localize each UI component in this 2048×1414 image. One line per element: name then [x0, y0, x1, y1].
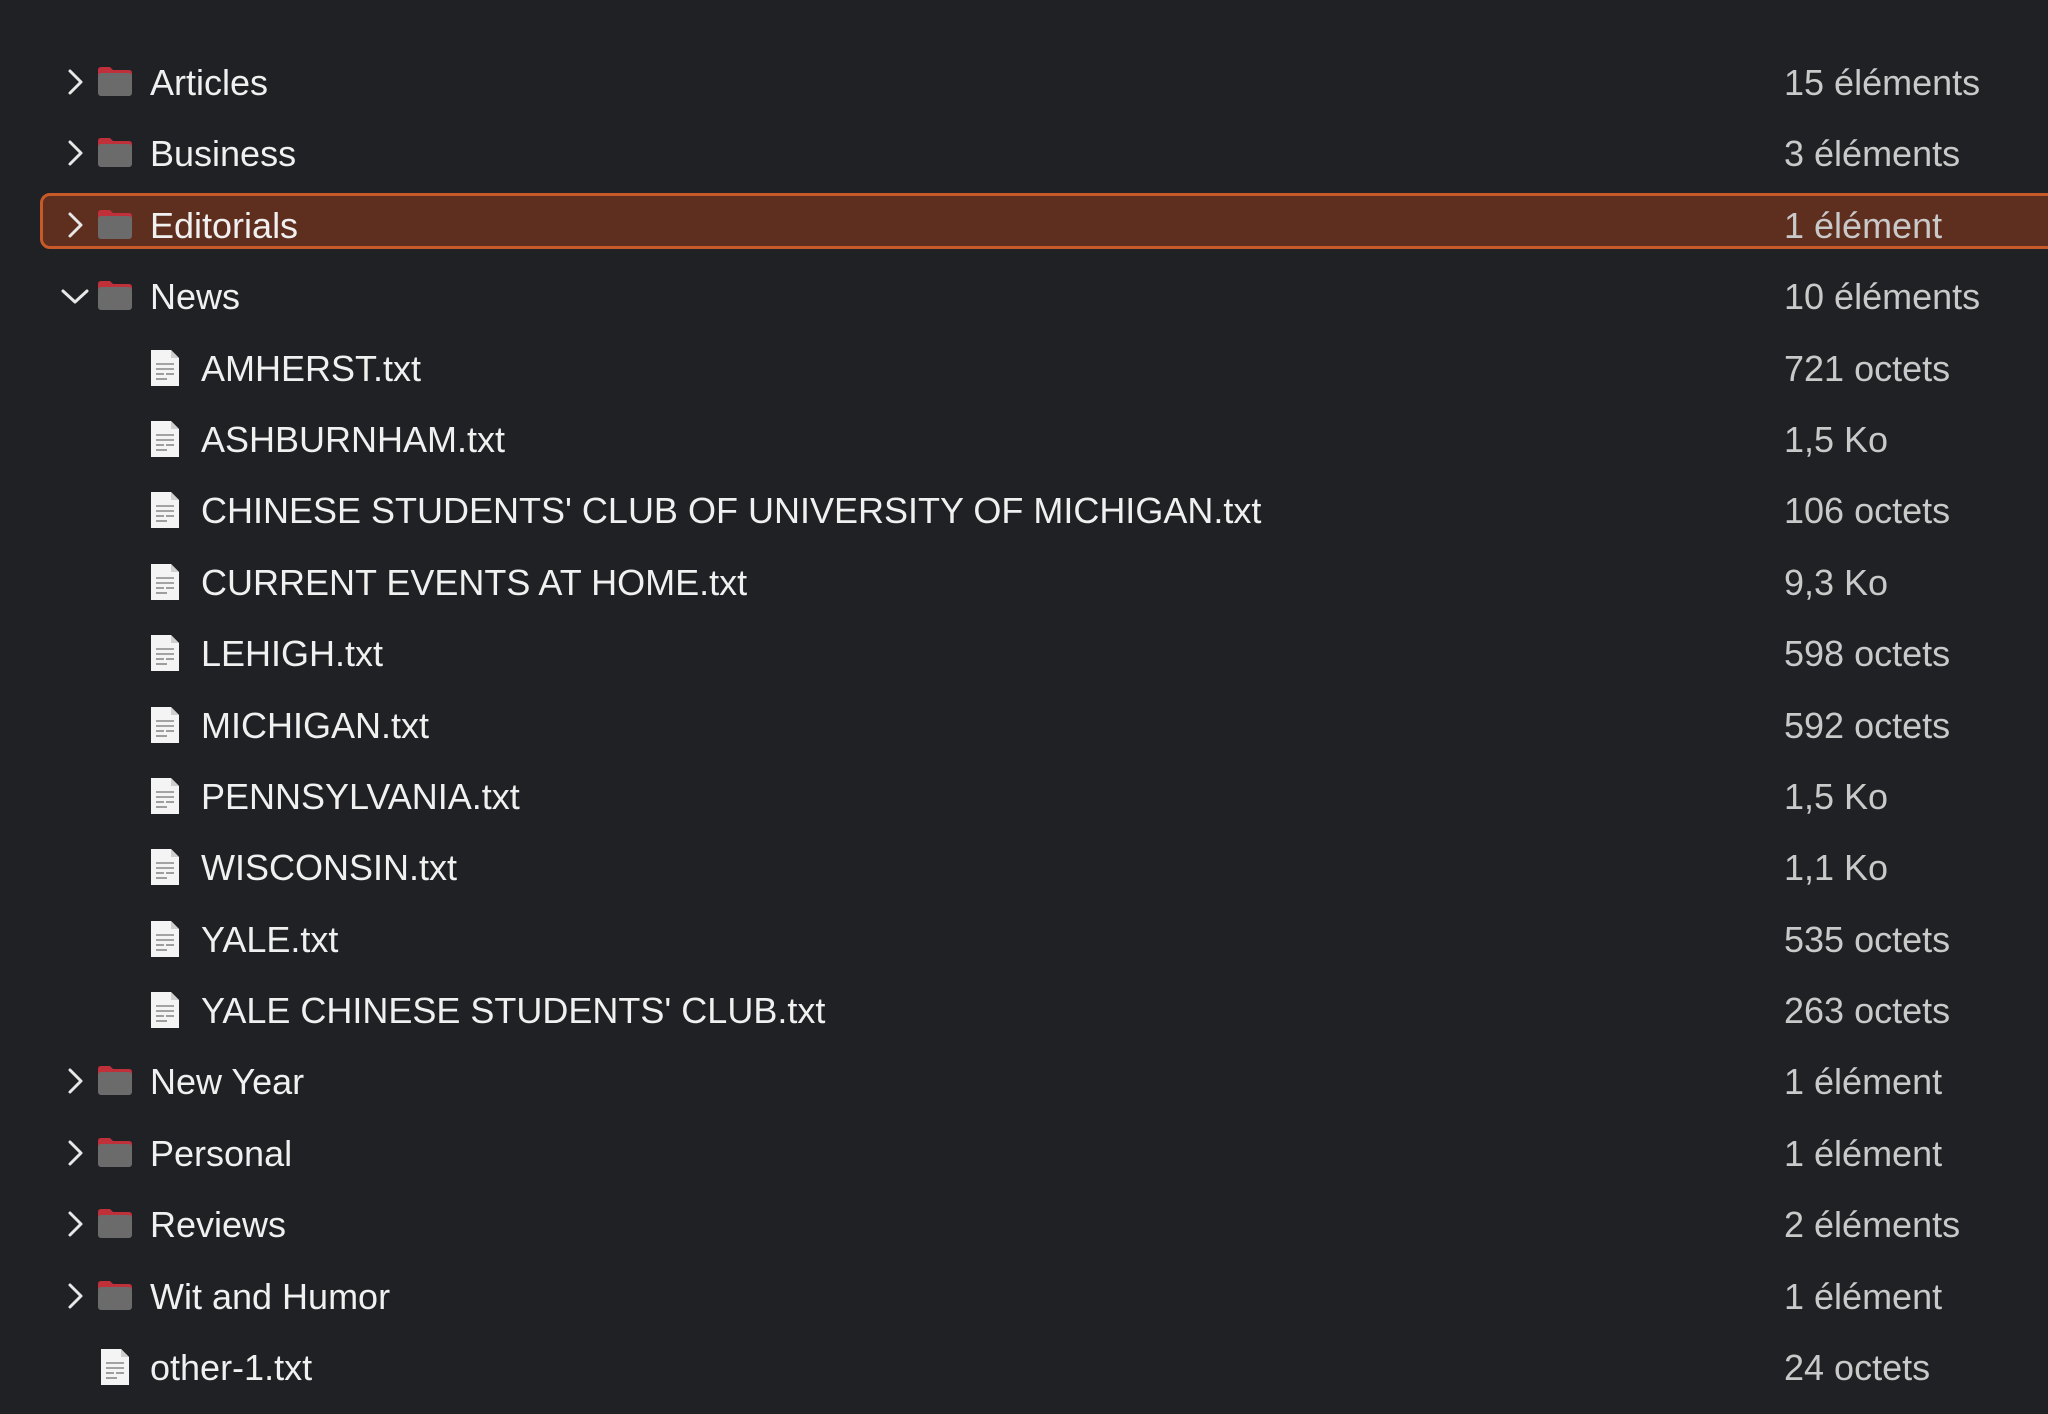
folder-name: Reviews	[150, 1204, 287, 1246]
folder-name: Wit and Humor	[150, 1275, 391, 1317]
file-size: 721 octets	[1784, 347, 1951, 389]
file-row[interactable]: YALE.txt 535 octets	[0, 904, 2048, 975]
chevron-right-icon[interactable]	[58, 1136, 92, 1170]
text-file-icon	[99, 1347, 131, 1387]
item-count: 3 éléments	[1784, 133, 1961, 175]
folder-icon	[96, 64, 134, 98]
chevron-right-icon[interactable]	[58, 136, 92, 170]
file-row[interactable]: WISCONSIN.txt 1,1 Ko	[0, 832, 2048, 903]
file-row[interactable]: other-1.txt 24 octets	[0, 1332, 2048, 1403]
text-file-icon	[149, 348, 181, 388]
file-row[interactable]: YALE CHINESE STUDENTS' CLUB.txt 263 octe…	[0, 975, 2048, 1046]
file-name: LEHIGH.txt	[201, 633, 384, 675]
file-size: 1,5 Ko	[1784, 418, 1889, 460]
folder-row-personal[interactable]: Personal 1 élément	[0, 1118, 2048, 1189]
item-count: 1 élément	[1784, 204, 1943, 246]
item-count: 1 élément	[1784, 1275, 1943, 1317]
file-row[interactable]: CHINESE STUDENTS' CLUB OF UNIVERSITY OF …	[0, 475, 2048, 546]
file-name: CHINESE STUDENTS' CLUB OF UNIVERSITY OF …	[201, 490, 1262, 532]
folder-icon	[96, 1135, 134, 1169]
file-size: 106 octets	[1784, 490, 1951, 532]
folder-icon	[96, 278, 134, 312]
folder-row-new-year[interactable]: New Year 1 élément	[0, 1046, 2048, 1117]
folder-name: New Year	[150, 1061, 305, 1103]
folder-name: Personal	[150, 1132, 293, 1174]
file-row[interactable]: AMHERST.txt 721 octets	[0, 333, 2048, 404]
chevron-right-icon[interactable]	[58, 1207, 92, 1241]
file-size: 592 octets	[1784, 704, 1951, 746]
item-count: 15 éléments	[1784, 62, 1981, 103]
chevron-right-icon[interactable]	[58, 208, 92, 242]
file-row[interactable]: CURRENT EVENTS AT HOME.txt 9,3 Ko	[0, 547, 2048, 618]
folder-icon	[96, 1206, 134, 1240]
chevron-right-icon[interactable]	[58, 1279, 92, 1313]
text-file-icon	[149, 633, 181, 673]
file-name: AMHERST.txt	[201, 347, 422, 389]
folder-name: Articles	[150, 62, 269, 103]
file-size: 598 octets	[1784, 633, 1951, 675]
file-row[interactable]: PENNSYLVANIA.txt 1,5 Ko	[0, 761, 2048, 832]
file-size: 535 octets	[1784, 918, 1951, 960]
item-count: 1 élément	[1784, 1061, 1943, 1103]
text-file-icon	[149, 490, 181, 530]
text-file-icon	[149, 919, 181, 959]
file-size: 1,5 Ko	[1784, 775, 1889, 817]
file-name: PENNSYLVANIA.txt	[201, 775, 520, 817]
folder-row-reviews[interactable]: Reviews 2 éléments	[0, 1189, 2048, 1260]
file-name: MICHIGAN.txt	[201, 704, 430, 746]
file-size: 9,3 Ko	[1784, 561, 1889, 603]
folder-row-wit-and-humor[interactable]: Wit and Humor 1 élément	[0, 1261, 2048, 1332]
chevron-down-icon[interactable]	[58, 279, 92, 313]
folder-row-business[interactable]: Business 3 éléments	[0, 118, 2048, 189]
folder-name: Business	[150, 133, 297, 175]
folder-row-articles[interactable]: Articles 15 éléments	[0, 47, 2048, 118]
file-name: other-1.txt	[150, 1347, 313, 1389]
chevron-right-icon[interactable]	[58, 65, 92, 99]
chevron-right-icon[interactable]	[58, 1064, 92, 1098]
file-size: 263 octets	[1784, 990, 1951, 1032]
file-row[interactable]: LEHIGH.txt 598 octets	[0, 618, 2048, 689]
file-name: CURRENT EVENTS AT HOME.txt	[201, 561, 748, 603]
file-name: YALE.txt	[201, 918, 339, 960]
text-file-icon	[149, 776, 181, 816]
folder-icon	[96, 207, 134, 241]
folder-name: Editorials	[150, 204, 299, 246]
text-file-icon	[149, 990, 181, 1030]
file-name: WISCONSIN.txt	[201, 847, 458, 889]
item-count: 1 élément	[1784, 1132, 1943, 1174]
folder-row-news[interactable]: News 10 éléments	[0, 261, 2048, 332]
text-file-icon	[149, 847, 181, 887]
file-size: 24 octets	[1784, 1347, 1931, 1389]
file-size: 1,1 Ko	[1784, 847, 1889, 889]
folder-icon	[96, 1278, 134, 1312]
text-file-icon	[149, 705, 181, 745]
folder-name: News	[150, 276, 241, 318]
folder-row-editorials[interactable]: Editorials 1 élément	[0, 190, 2048, 261]
item-count: 2 éléments	[1784, 1204, 1961, 1246]
folder-icon	[96, 1063, 134, 1097]
file-row[interactable]: ASHBURNHAM.txt 1,5 Ko	[0, 404, 2048, 475]
file-row[interactable]: MICHIGAN.txt 592 octets	[0, 690, 2048, 761]
file-name: ASHBURNHAM.txt	[201, 418, 506, 460]
folder-icon	[96, 135, 134, 169]
text-file-icon	[149, 562, 181, 602]
text-file-icon	[149, 419, 181, 459]
item-count: 10 éléments	[1784, 276, 1981, 318]
file-list: Articles 15 éléments Business 3 éléments…	[0, 47, 2048, 1403]
file-name: YALE CHINESE STUDENTS' CLUB.txt	[201, 990, 826, 1032]
